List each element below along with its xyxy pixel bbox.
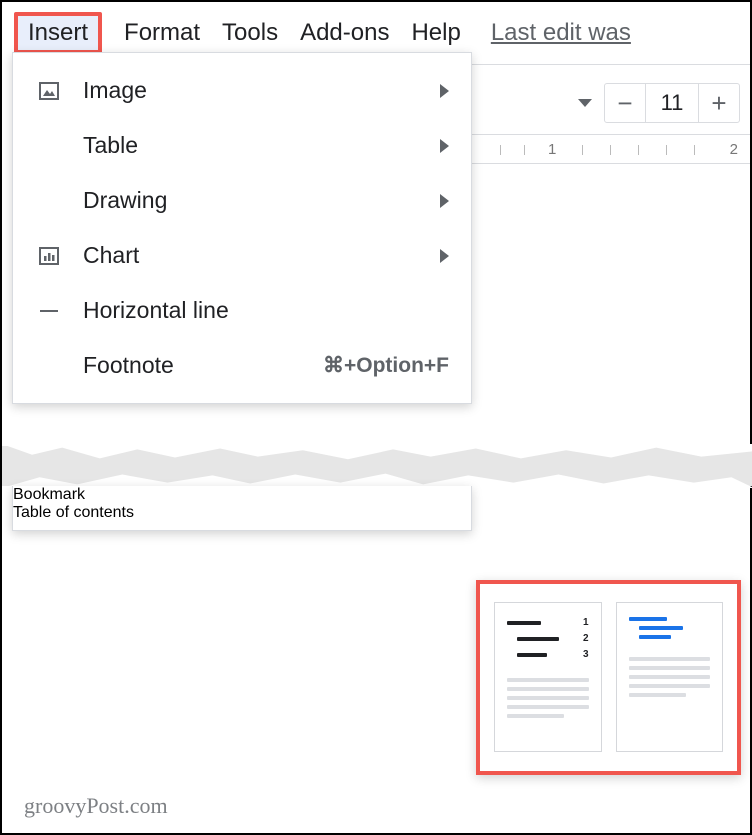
chevron-right-icon [440, 84, 449, 98]
torn-separator [2, 446, 752, 486]
last-edit-link[interactable]: Last edit was [491, 19, 631, 47]
menu-item-label: Horizontal line [83, 297, 449, 324]
chart-icon [35, 244, 63, 268]
chevron-right-icon [440, 194, 449, 208]
font-size-value[interactable]: 11 [645, 84, 699, 122]
menu-item-chart[interactable]: Chart [13, 228, 471, 283]
insert-dropdown-bottom: Bookmark Table of contents [12, 486, 472, 531]
insert-dropdown: Image Table Drawing Chart Horizontal lin… [12, 52, 472, 404]
menu-format[interactable]: Format [124, 19, 200, 47]
menu-item-label: Footnote [83, 352, 303, 379]
toolbar: − 11 + [470, 64, 750, 139]
menu-item-bookmark[interactable]: Bookmark [13, 486, 471, 504]
chevron-right-icon [440, 139, 449, 153]
menu-item-label: Table [83, 132, 420, 159]
toc-style-page-numbers[interactable]: 1 2 3 [494, 602, 602, 752]
toc-style-blue-links[interactable] [616, 602, 724, 752]
menu-item-horizontal-line[interactable]: Horizontal line [13, 283, 471, 338]
menu-tools[interactable]: Tools [222, 19, 278, 47]
chevron-right-icon [440, 249, 449, 263]
menu-help[interactable]: Help [411, 19, 460, 47]
font-size-increase-button[interactable]: + [699, 84, 739, 122]
menu-item-label: Image [83, 77, 420, 104]
watermark: groovyPost.com [24, 793, 168, 819]
menu-item-label: Chart [83, 242, 420, 269]
menu-item-image[interactable]: Image [13, 63, 471, 118]
menu-item-label: Table of contents [13, 504, 134, 521]
font-dropdown-caret[interactable] [578, 99, 592, 107]
horizontal-line-icon [35, 299, 63, 323]
menu-addons[interactable]: Add-ons [300, 19, 389, 47]
toc-submenu: 1 2 3 [476, 580, 741, 775]
menu-item-footnote[interactable]: Footnote ⌘+Option+F [13, 338, 471, 393]
image-icon [35, 79, 63, 103]
menu-item-label: Drawing [83, 187, 420, 214]
ruler-tick: 1 [548, 141, 556, 158]
menu-item-label: Bookmark [13, 486, 85, 503]
menu-item-drawing[interactable]: Drawing [13, 173, 471, 228]
menu-item-table[interactable]: Table [13, 118, 471, 173]
menu-item-table-of-contents[interactable]: Table of contents [13, 504, 471, 522]
font-size-stepper: − 11 + [604, 83, 740, 123]
menu-shortcut: ⌘+Option+F [323, 353, 449, 378]
menu-insert[interactable]: Insert [14, 12, 102, 54]
font-size-decrease-button[interactable]: − [605, 84, 645, 122]
ruler-tick: 2 [730, 141, 738, 158]
ruler: 1 2 [470, 134, 750, 164]
